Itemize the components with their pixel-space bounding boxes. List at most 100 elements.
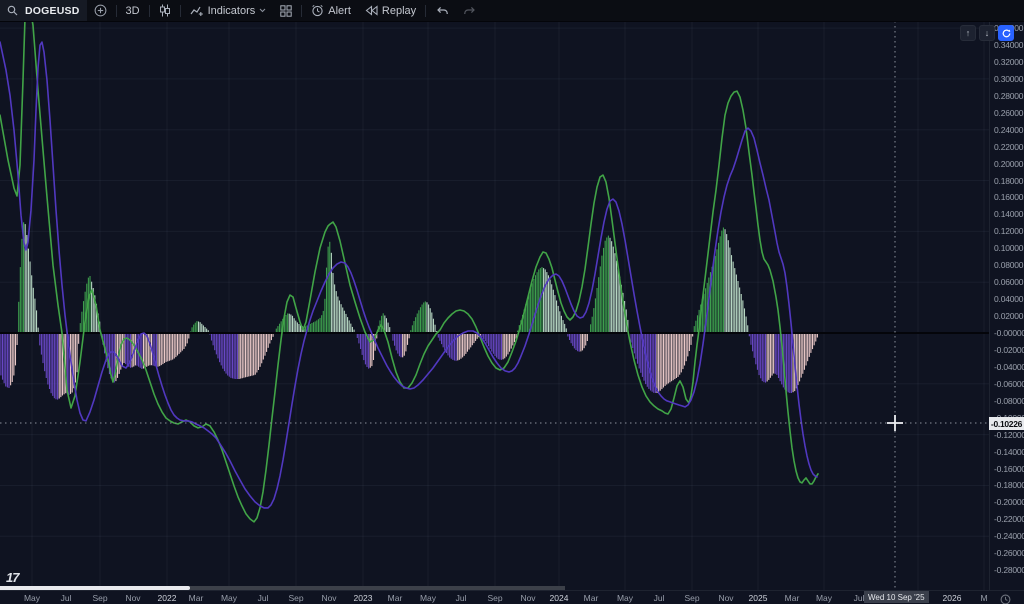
- price-axis-label: 0.02000: [994, 311, 1023, 321]
- price-axis[interactable]: 0.360000.340000.320000.300000.280000.260…: [989, 21, 1024, 590]
- alert-clock-icon: [311, 4, 324, 17]
- histogram-bar: [162, 334, 163, 364]
- histogram-bar: [276, 329, 277, 332]
- histogram-bar: [319, 318, 320, 332]
- histogram-bar: [132, 334, 133, 367]
- price-axis-label: 0.30000: [994, 74, 1023, 84]
- redo-button[interactable]: [456, 0, 484, 21]
- histogram-bar: [572, 334, 573, 346]
- histogram-bar: [227, 334, 228, 376]
- symbol-search-button[interactable]: DOGEUSD: [0, 0, 87, 21]
- histogram-bar: [431, 313, 432, 333]
- timezone-clock-icon[interactable]: [1000, 592, 1011, 604]
- histogram-bar: [235, 334, 236, 379]
- histogram-bar: [752, 334, 753, 351]
- histogram-bar: [211, 334, 212, 341]
- histogram-bar: [459, 334, 460, 360]
- histogram-bar: [295, 321, 296, 332]
- scroll-down-button[interactable]: ↓: [979, 25, 995, 41]
- histogram-bar: [762, 334, 763, 381]
- histogram-bar: [363, 334, 364, 360]
- histogram-bar: [713, 261, 714, 332]
- histogram-bar: [438, 334, 439, 338]
- histogram-bar: [52, 334, 53, 396]
- time-axis-label: Jul: [654, 593, 665, 603]
- histogram-bar: [157, 334, 158, 367]
- scroll-up-button[interactable]: ↑: [960, 25, 976, 41]
- histogram-bar: [671, 334, 672, 381]
- histogram-bar: [665, 334, 666, 386]
- histogram-bar: [201, 324, 202, 332]
- layout-templates-button[interactable]: [273, 0, 299, 21]
- histogram-bar: [243, 334, 244, 378]
- histogram-bar: [805, 334, 806, 366]
- histogram-bar: [187, 334, 188, 343]
- histogram-bar: [219, 334, 220, 362]
- chart-canvas[interactable]: [0, 21, 989, 590]
- histogram-bar: [172, 334, 173, 360]
- histogram-bar: [606, 238, 607, 333]
- replay-button[interactable]: Replay: [358, 0, 423, 21]
- alert-button[interactable]: Alert: [304, 0, 358, 21]
- histogram-bar: [801, 334, 802, 378]
- histogram-bar: [562, 320, 563, 332]
- histogram-bar: [575, 334, 576, 350]
- histogram-bar: [192, 327, 193, 332]
- chart-quick-actions: ↑ ↓: [960, 25, 1014, 41]
- time-axis-label: Sep: [288, 593, 303, 603]
- histogram-bar: [180, 334, 181, 352]
- histogram-bar: [8, 334, 9, 388]
- histogram-bar: [718, 243, 719, 332]
- histogram-bar: [422, 305, 423, 333]
- histogram-bar: [417, 314, 418, 333]
- histogram-bar: [765, 334, 766, 383]
- histogram-bar: [237, 334, 238, 379]
- undo-button[interactable]: [428, 0, 456, 21]
- toolbar-separator: [180, 5, 181, 17]
- histogram-bar: [389, 327, 390, 332]
- histogram-bar: [545, 269, 546, 332]
- histogram-bar: [571, 334, 572, 343]
- histogram-bar: [149, 334, 150, 365]
- histogram-bar: [739, 288, 740, 333]
- histogram-bar: [771, 334, 772, 376]
- histogram-bar: [768, 334, 769, 380]
- histogram-bar: [807, 334, 808, 361]
- indicators-button[interactable]: Indicators: [183, 0, 274, 21]
- histogram-bar: [640, 334, 641, 373]
- histogram-bar: [420, 307, 421, 332]
- timeframe-button[interactable]: 3D: [119, 0, 147, 21]
- auto-fit-scale-button[interactable]: [998, 25, 1014, 41]
- histogram-bar: [444, 334, 445, 350]
- price-axis-label: 0.08000: [994, 260, 1023, 270]
- histogram-bar: [754, 334, 755, 358]
- histogram-bar: [354, 330, 355, 332]
- histogram-bar: [679, 334, 680, 375]
- histogram-bar: [381, 316, 382, 332]
- histogram-bar: [122, 334, 123, 366]
- histogram-bar: [78, 334, 79, 344]
- histogram-bar: [637, 334, 638, 364]
- chart-style-button[interactable]: [152, 0, 178, 21]
- histogram-bar: [167, 334, 168, 361]
- compare-add-button[interactable]: [87, 0, 114, 21]
- plus-circle-icon: [94, 4, 107, 17]
- grid-lines: [0, 21, 989, 590]
- price-axis-label: 0.28000: [994, 91, 1023, 101]
- price-axis-label: 0.34000: [994, 40, 1023, 50]
- histogram-bar: [559, 311, 560, 332]
- histogram-bar: [279, 324, 280, 332]
- histogram-bar: [195, 323, 196, 332]
- price-axis-label: 0.26000: [994, 108, 1023, 118]
- histogram-bar: [44, 334, 45, 371]
- histogram-bar: [433, 319, 434, 332]
- histogram-bar: [263, 334, 264, 360]
- histogram-bar: [55, 334, 56, 399]
- signal-line: [0, 42, 817, 508]
- histogram-bar: [541, 267, 542, 332]
- histogram-bar: [791, 334, 792, 393]
- price-axis-label: -0.04000: [994, 362, 1024, 372]
- histogram-bar: [810, 334, 811, 353]
- histogram-bar: [213, 334, 214, 345]
- histogram-bar: [734, 268, 735, 332]
